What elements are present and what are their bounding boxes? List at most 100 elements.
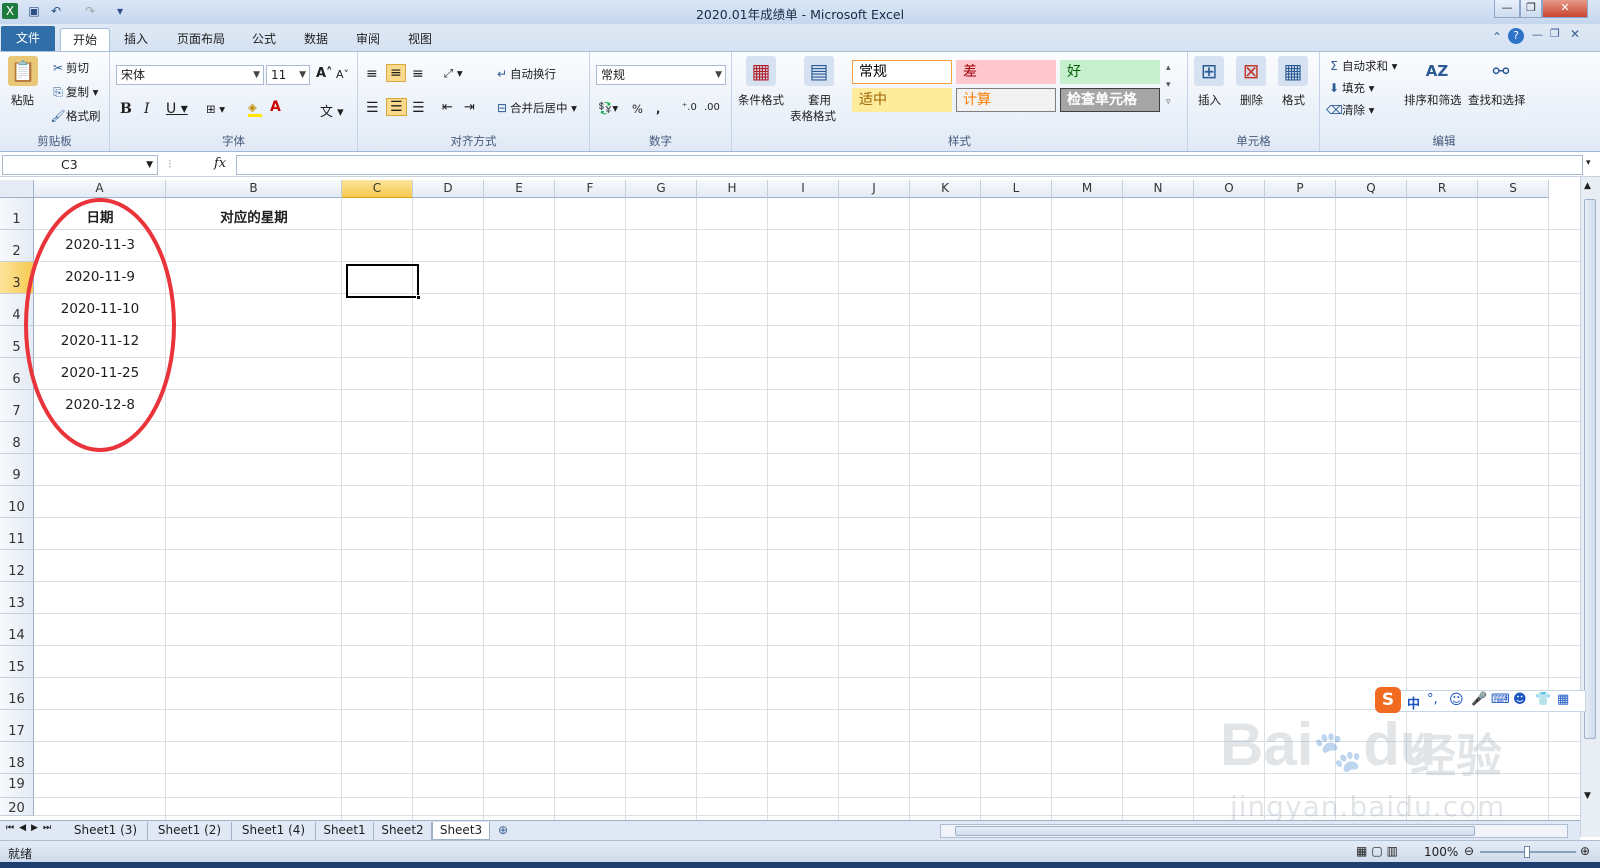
- conditional-format-button[interactable]: 条件格式: [738, 92, 784, 108]
- restore-button[interactable]: ❐: [1520, 0, 1542, 18]
- grow-font-icon[interactable]: A˄: [316, 66, 333, 81]
- sheet-tab[interactable]: Sheet1 (3): [64, 822, 148, 840]
- align-top-icon[interactable]: ≡: [366, 66, 378, 82]
- vertical-scrollbar[interactable]: ▲ ▼: [1580, 177, 1600, 837]
- merge-center-button[interactable]: ⊟ 合并后居中 ▾: [494, 100, 577, 116]
- orientation-icon[interactable]: ⤢ ▾: [444, 66, 463, 81]
- row-header-18[interactable]: 18: [0, 742, 34, 774]
- style-normal[interactable]: 常规: [852, 60, 952, 84]
- cut-button[interactable]: ✂ 剪切: [50, 60, 89, 76]
- table-format-button[interactable]: 套用: [808, 92, 831, 108]
- row-header-10[interactable]: 10: [0, 486, 34, 518]
- sort-filter-icon[interactable]: AZ: [1422, 56, 1452, 86]
- new-sheet-icon[interactable]: ⊕: [498, 823, 508, 837]
- column-header-Q[interactable]: Q: [1336, 180, 1407, 198]
- column-header-I[interactable]: I: [768, 180, 839, 198]
- zoom-out-icon[interactable]: ⊖: [1464, 844, 1474, 858]
- italic-icon[interactable]: I: [144, 101, 150, 117]
- sheet-tab[interactable]: Sheet3: [432, 822, 490, 840]
- sheet-tab[interactable]: Sheet1 (2): [148, 822, 232, 840]
- active-cell-border[interactable]: [346, 264, 419, 298]
- column-header-L[interactable]: L: [981, 180, 1052, 198]
- row-header-16[interactable]: 16: [0, 678, 34, 710]
- h-scroll-thumb[interactable]: [955, 826, 1475, 836]
- font-color-icon[interactable]: A: [270, 99, 281, 115]
- binoculars-icon[interactable]: ⚯: [1486, 56, 1516, 86]
- conditional-format-icon[interactable]: ▦: [746, 56, 776, 86]
- sort-filter-button[interactable]: 排序和筛选: [1404, 92, 1462, 108]
- workbook-restore-icon[interactable]: ❐: [1550, 27, 1560, 40]
- decrease-decimal-icon[interactable]: .00: [704, 102, 720, 113]
- fill-handle[interactable]: [416, 295, 421, 300]
- close-button[interactable]: ✕: [1542, 0, 1588, 18]
- tab-insert[interactable]: 插入: [116, 28, 156, 51]
- row-header-11[interactable]: 11: [0, 518, 34, 550]
- row-header-17[interactable]: 17: [0, 710, 34, 742]
- workbook-minimize-icon[interactable]: —: [1532, 28, 1543, 41]
- paste-icon[interactable]: 📋: [8, 56, 38, 86]
- skin-icon[interactable]: 👕: [1535, 692, 1551, 707]
- sheet-tab[interactable]: Sheet1 (4): [232, 822, 316, 840]
- row-header-19[interactable]: 19: [0, 774, 34, 798]
- zoom-thumb[interactable]: [1524, 846, 1530, 858]
- tab-file[interactable]: 文件: [1, 26, 55, 51]
- column-header-F[interactable]: F: [555, 180, 626, 198]
- column-header-P[interactable]: P: [1265, 180, 1336, 198]
- row-header-20[interactable]: 20: [0, 798, 34, 816]
- increase-decimal-icon[interactable]: ⁺.0: [682, 102, 697, 113]
- format-cells-icon[interactable]: ▦: [1278, 56, 1308, 86]
- expand-formula-icon[interactable]: ▾: [1586, 158, 1591, 168]
- style-bad[interactable]: 差: [956, 60, 1056, 84]
- row-header-12[interactable]: 12: [0, 550, 34, 582]
- scroll-up-icon[interactable]: ▲: [1584, 181, 1591, 191]
- sheet-tab[interactable]: Sheet1: [316, 822, 374, 840]
- horizontal-scrollbar[interactable]: [940, 824, 1568, 838]
- align-right-icon[interactable]: ☰: [412, 100, 425, 116]
- style-check-cell[interactable]: 检查单元格: [1060, 88, 1160, 112]
- tab-page-layout[interactable]: 页面布局: [170, 28, 232, 51]
- phonetic-icon[interactable]: 文 ▾: [320, 101, 344, 120]
- align-left-icon[interactable]: ☰: [366, 100, 379, 116]
- decrease-indent-icon[interactable]: ⇤: [442, 100, 453, 115]
- percent-icon[interactable]: %: [632, 102, 643, 116]
- column-header-K[interactable]: K: [910, 180, 981, 198]
- row-header-13[interactable]: 13: [0, 582, 34, 614]
- column-header-G[interactable]: G: [626, 180, 697, 198]
- column-header-C[interactable]: C: [342, 180, 413, 198]
- tab-formulas[interactable]: 公式: [244, 28, 284, 51]
- table-format-label2[interactable]: 表格格式: [790, 108, 836, 124]
- column-header-E[interactable]: E: [484, 180, 555, 198]
- column-header-O[interactable]: O: [1194, 180, 1265, 198]
- underline-icon[interactable]: U ▾: [166, 101, 188, 117]
- row-header-15[interactable]: 15: [0, 646, 34, 678]
- style-good[interactable]: 好: [1060, 60, 1160, 84]
- zoom-level[interactable]: 100%: [1424, 845, 1458, 859]
- fill-color-icon[interactable]: ◈: [248, 100, 262, 117]
- column-header-N[interactable]: N: [1123, 180, 1194, 198]
- tab-data[interactable]: 数据: [296, 28, 336, 51]
- column-header-S[interactable]: S: [1478, 180, 1549, 198]
- shrink-font-icon[interactable]: A˅: [336, 68, 349, 81]
- column-header-J[interactable]: J: [839, 180, 910, 198]
- minimize-button[interactable]: —: [1494, 0, 1520, 18]
- tab-view[interactable]: 视图: [400, 28, 440, 51]
- wrap-text-button[interactable]: ↵ 自动换行: [494, 66, 556, 82]
- font-name-select[interactable]: 宋体 ▼: [116, 65, 264, 85]
- styles-scroll-icon[interactable]: ▴ ▾ ▿: [1166, 60, 1171, 111]
- column-header-D[interactable]: D: [413, 180, 484, 198]
- column-header-R[interactable]: R: [1407, 180, 1478, 198]
- format-painter-button[interactable]: 🖌格式刷: [50, 108, 100, 124]
- table-format-icon[interactable]: ▤: [804, 56, 834, 86]
- workbook-close-icon[interactable]: ✕: [1570, 27, 1580, 41]
- tab-review[interactable]: 审阅: [348, 28, 388, 51]
- view-mode-icons[interactable]: ▦▢▥: [1356, 844, 1402, 858]
- font-size-select[interactable]: 11 ▼: [266, 65, 310, 85]
- sheet-tab[interactable]: Sheet2: [374, 822, 432, 840]
- delete-button[interactable]: 删除: [1240, 92, 1263, 108]
- help-icon[interactable]: ?: [1508, 28, 1524, 44]
- insert-cells-icon[interactable]: ⊞: [1194, 56, 1224, 86]
- column-header-H[interactable]: H: [697, 180, 768, 198]
- bold-icon[interactable]: B: [120, 101, 132, 117]
- borders-icon[interactable]: ⊞ ▾: [206, 102, 225, 116]
- paste-button[interactable]: 粘贴: [11, 92, 34, 108]
